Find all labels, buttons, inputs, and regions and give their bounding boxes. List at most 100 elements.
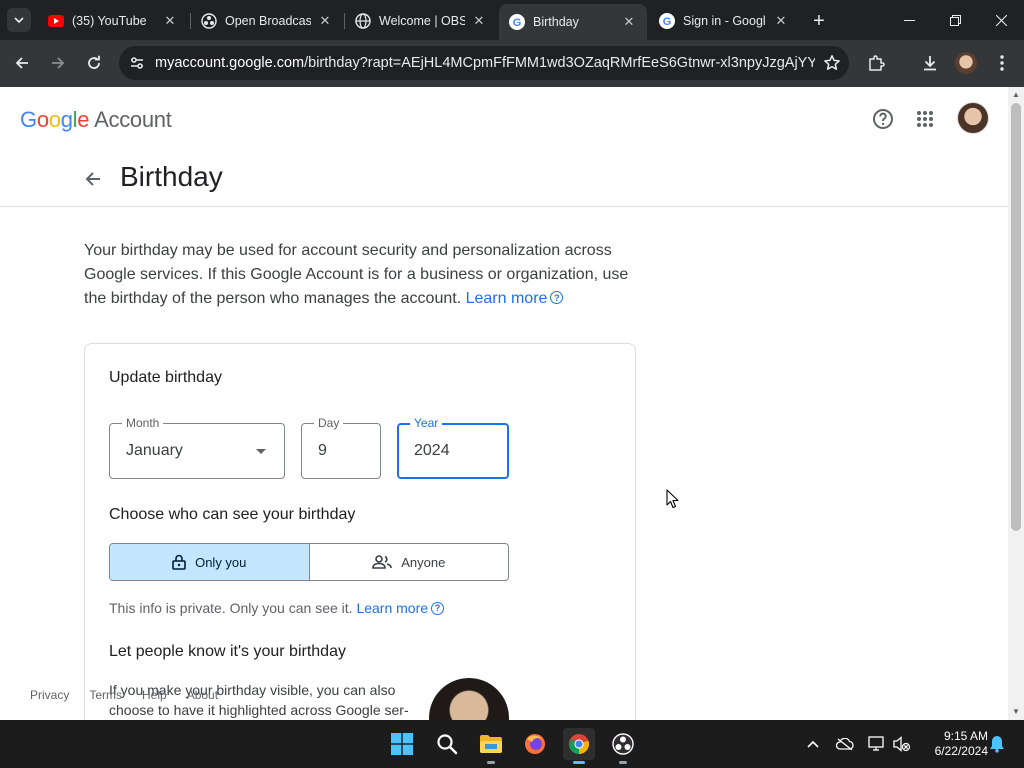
back-button[interactable]	[7, 48, 37, 78]
tab-welcome-obs[interactable]: Welcome | OBS ✕	[345, 6, 497, 36]
help-button[interactable]	[869, 105, 897, 133]
lock-icon	[172, 554, 186, 570]
extensions-button[interactable]	[861, 48, 891, 78]
scroll-up-arrow-icon[interactable]: ▲	[1011, 90, 1021, 100]
minimize-icon	[903, 19, 915, 21]
forward-button[interactable]	[43, 48, 73, 78]
page-title-bar: Birthday	[0, 151, 1008, 207]
downloads-button[interactable]	[915, 48, 945, 78]
firefox-icon	[525, 734, 545, 754]
footer-help-link[interactable]: Help	[142, 688, 167, 702]
day-label: Day	[314, 416, 344, 430]
obs-icon	[612, 733, 634, 755]
page-back-button[interactable]	[78, 164, 108, 194]
volume-muted-icon[interactable]	[891, 734, 913, 754]
only-you-option[interactable]: Only you	[110, 544, 310, 580]
visibility-heading: Choose who can see your birthday	[109, 506, 356, 523]
address-bar[interactable]: myaccount.google.com/birthday?rapt=AEjHL…	[119, 46, 849, 80]
learn-more-label: Learn more	[465, 290, 548, 307]
minimize-button[interactable]	[886, 0, 932, 40]
restore-icon	[949, 14, 961, 26]
profile-avatar[interactable]	[955, 52, 977, 74]
obs-taskbar-button[interactable]	[607, 728, 639, 764]
tab-open-broadcaster[interactable]: Open Broadcas ✕	[191, 6, 343, 36]
chevron-down-icon	[14, 17, 24, 24]
arrow-left-icon	[85, 172, 100, 186]
tab-title: Open Broadcas	[225, 14, 311, 28]
only-you-label: Only you	[195, 554, 247, 570]
chrome-icon	[568, 734, 590, 755]
anyone-option[interactable]: Anyone	[310, 544, 509, 580]
scrollbar-thumb[interactable]	[1011, 103, 1021, 531]
scroll-down-arrow-icon[interactable]: ▼	[1011, 707, 1021, 717]
firefox-button[interactable]	[519, 728, 551, 760]
account-avatar[interactable]	[957, 102, 989, 134]
network-icon[interactable]	[866, 734, 888, 754]
day-input[interactable]: Day 9	[301, 416, 381, 479]
browser-tab-strip: (35) YouTube ✕ Open Broadcas ✕ Welcome |…	[0, 0, 1024, 40]
dropdown-arrow-icon	[256, 449, 266, 454]
show-hidden-icons-button[interactable]	[802, 734, 824, 754]
google-icon: G	[659, 13, 675, 29]
globe-icon	[355, 13, 371, 29]
close-tab-icon[interactable]: ✕	[471, 13, 487, 29]
month-value: January	[126, 442, 183, 459]
reload-button[interactable]	[79, 48, 109, 78]
footer-terms-link[interactable]: Terms	[89, 688, 122, 702]
url-host: myaccount.google.com	[155, 55, 305, 71]
footer-about-link[interactable]: About	[187, 688, 218, 702]
people-icon	[372, 555, 393, 569]
google-icon: G	[509, 14, 525, 30]
new-tab-button[interactable]: +	[806, 8, 832, 34]
close-icon	[995, 14, 1007, 26]
windows-logo-icon	[391, 733, 413, 755]
year-input[interactable]: Year 2024	[397, 416, 509, 479]
tab-search-button[interactable]	[7, 8, 31, 32]
tab-title: Sign in - Googl	[683, 14, 766, 28]
learn-more-link[interactable]: Learn more?	[466, 290, 564, 307]
taskbar-search-button[interactable]	[431, 728, 463, 760]
close-tab-icon[interactable]: ✕	[773, 13, 789, 29]
browser-menu-button[interactable]	[987, 48, 1017, 78]
close-tab-icon[interactable]: ✕	[621, 14, 637, 30]
month-select[interactable]: Month January	[109, 416, 285, 479]
clock-date: 6/22/2024	[934, 744, 988, 758]
tab-birthday[interactable]: G Birthday ✕	[499, 4, 647, 40]
day-value: 9	[318, 442, 327, 459]
year-label: Year	[410, 416, 443, 430]
privacy-learn-more-label: Learn more	[356, 600, 429, 616]
cloud-sync-icon[interactable]	[834, 734, 856, 754]
obs-icon	[201, 13, 217, 29]
taskbar-clock[interactable]: 9:15 AM 6/22/2024	[918, 729, 988, 759]
account-wordmark: Account	[94, 107, 172, 132]
bookmark-star-icon[interactable]	[815, 46, 849, 80]
notifications-bell-icon[interactable]	[986, 734, 1008, 754]
help-circle-icon: ?	[431, 601, 445, 615]
page-scrollbar[interactable]: ▲ ▼	[1008, 87, 1024, 720]
close-window-button[interactable]	[978, 0, 1024, 40]
browser-toolbar: myaccount.google.com/birthday?rapt=AEjHL…	[0, 40, 1024, 87]
chrome-button[interactable]	[563, 728, 595, 764]
start-button[interactable]	[386, 728, 418, 760]
restore-button[interactable]	[932, 0, 978, 40]
anyone-label: Anyone	[401, 554, 446, 570]
tab-youtube[interactable]: (35) YouTube ✕	[38, 6, 188, 36]
close-tab-icon[interactable]: ✕	[162, 13, 178, 29]
close-tab-icon[interactable]: ✕	[317, 13, 333, 29]
site-info-icon[interactable]	[119, 46, 155, 80]
file-explorer-button[interactable]	[475, 728, 507, 764]
youtube-icon	[48, 13, 64, 29]
google-account-logo[interactable]: Google Account	[20, 107, 172, 133]
privacy-learn-more-link[interactable]: Learn more?	[356, 600, 445, 616]
tab-sign-in[interactable]: G Sign in - Googl ✕	[649, 6, 799, 36]
privacy-note-text: This info is private. Only you can see i…	[109, 600, 353, 616]
tab-title: (35) YouTube	[72, 14, 147, 28]
folder-icon	[480, 735, 502, 753]
url-text[interactable]: myaccount.google.com/birthday?rapt=AEjHL…	[155, 55, 815, 71]
footer-privacy-link[interactable]: Privacy	[30, 688, 69, 702]
google-wordmark: Google	[20, 107, 90, 132]
apps-button[interactable]	[911, 105, 939, 133]
svg-text:G: G	[663, 16, 672, 28]
chevron-up-icon	[807, 740, 819, 748]
page-title: Birthday	[120, 161, 223, 192]
